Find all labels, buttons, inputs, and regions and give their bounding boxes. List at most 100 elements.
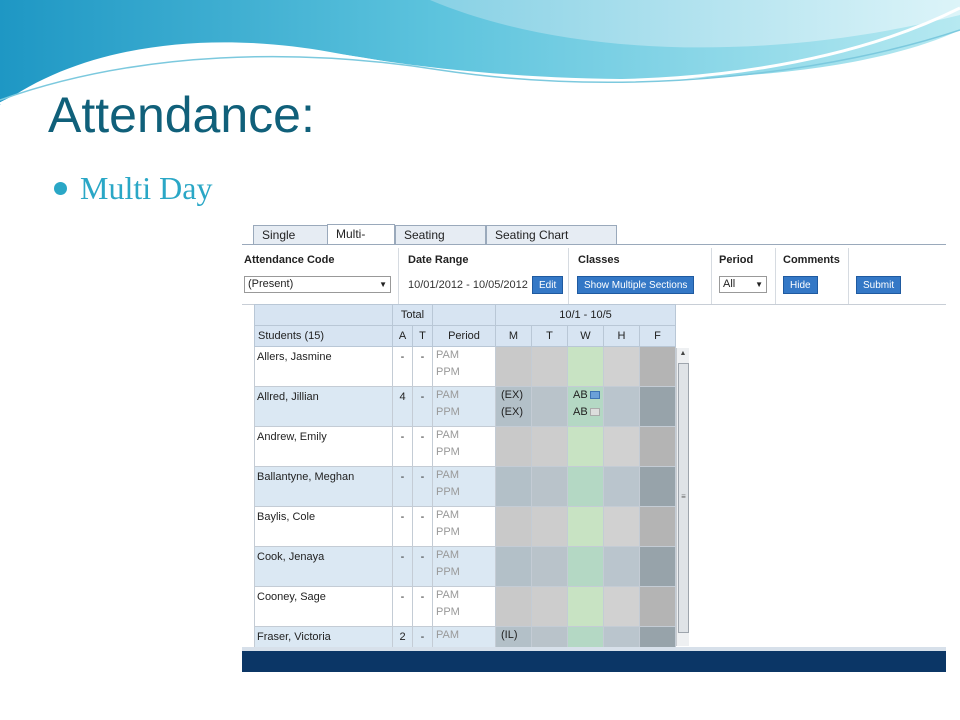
period-value: All xyxy=(723,278,736,290)
attendance-cell-t[interactable] xyxy=(531,346,568,387)
student-name[interactable]: Allred, Jillian xyxy=(254,386,393,427)
attendance-mark xyxy=(573,364,603,381)
tab-seating-chart-design[interactable]: Seating Chart Design xyxy=(486,225,617,261)
attendance-cell-w[interactable] xyxy=(567,506,604,547)
attendance-grid: Total 10/1 - 10/5 Students (15) A T Peri… xyxy=(254,304,676,672)
attendance-code: (IL) xyxy=(501,629,518,641)
attendance-mark: (IL) xyxy=(501,627,531,644)
attendance-mark xyxy=(501,427,531,444)
attendance-cell-f[interactable] xyxy=(639,586,676,627)
student-name[interactable]: Andrew, Emily xyxy=(254,426,393,467)
attendance-mark xyxy=(573,524,603,541)
attendance-cell-h[interactable] xyxy=(603,506,640,547)
period-label: PPM xyxy=(436,366,460,378)
attendance-cell-f[interactable] xyxy=(639,386,676,427)
attendance-cell-h[interactable] xyxy=(603,586,640,627)
absent-count: - xyxy=(392,546,413,587)
attendance-cell-m[interactable] xyxy=(495,546,532,587)
attendance-mark xyxy=(573,547,603,564)
attendance-cell-t[interactable] xyxy=(531,426,568,467)
attendance-code: (EX) xyxy=(501,406,523,418)
comments-label: Comments xyxy=(783,254,840,266)
attendance-mark xyxy=(573,484,603,501)
attendance-cell-f[interactable] xyxy=(639,506,676,547)
student-name[interactable]: Cook, Jenaya xyxy=(254,546,393,587)
attendance-mark xyxy=(573,627,603,644)
attendance-mark: AB xyxy=(573,404,603,421)
period-label: PPM xyxy=(436,486,460,498)
attendance-code-label: Attendance Code xyxy=(244,254,335,266)
attendance-cell-m[interactable] xyxy=(495,586,532,627)
attendance-cell-h[interactable] xyxy=(603,426,640,467)
comments-group: Comments Hide xyxy=(776,248,849,304)
attendance-cell-t[interactable] xyxy=(531,506,568,547)
comment-icon[interactable] xyxy=(589,408,600,417)
tab-multi-day[interactable]: Multi-Day xyxy=(327,224,395,260)
period-label: PAM xyxy=(436,469,460,481)
scroll-up-icon[interactable]: ▲ xyxy=(677,348,689,360)
attendance-mark: (EX) xyxy=(501,404,531,421)
period-cell: PAM PPM xyxy=(432,546,496,587)
attendance-cell-m[interactable] xyxy=(495,346,532,387)
attendance-cell-m[interactable]: (EX) (EX) xyxy=(495,386,532,427)
attendance-mark xyxy=(501,484,531,501)
scroll-thumb[interactable]: ≡ xyxy=(678,363,689,633)
attendance-mark xyxy=(501,347,531,364)
day-header-h: H xyxy=(603,325,640,347)
period-group: Period All ▼ xyxy=(712,248,776,304)
hide-button[interactable]: Hide xyxy=(783,276,818,294)
day-header-w: W xyxy=(567,325,604,347)
attendance-mark xyxy=(573,444,603,461)
attendance-mark: AB xyxy=(573,387,603,404)
attendance-mark xyxy=(573,347,603,364)
attendance-cell-h[interactable] xyxy=(603,346,640,387)
grid-scrollbar[interactable]: ▲ ≡ xyxy=(676,348,689,646)
tab-single-day[interactable]: Single Day xyxy=(253,225,328,261)
period-label: PPM xyxy=(436,606,460,618)
attendance-cell-t[interactable] xyxy=(531,466,568,507)
period-select[interactable]: All ▼ xyxy=(719,276,767,293)
period-label: PAM xyxy=(436,349,460,361)
attendance-cell-w[interactable] xyxy=(567,586,604,627)
attendance-cell-h[interactable] xyxy=(603,546,640,587)
attendance-cell-h[interactable] xyxy=(603,466,640,507)
students-header[interactable]: Students (15) xyxy=(254,325,393,347)
tardy-count: - xyxy=(412,546,433,587)
attendance-cell-m[interactable] xyxy=(495,506,532,547)
attendance-cell-w[interactable] xyxy=(567,426,604,467)
edit-button[interactable]: Edit xyxy=(532,276,564,294)
attendance-cell-t[interactable] xyxy=(531,546,568,587)
period-header: Period xyxy=(432,325,496,347)
attendance-cell-h[interactable] xyxy=(603,386,640,427)
attendance-cell-f[interactable] xyxy=(639,426,676,467)
attendance-cell-f[interactable] xyxy=(639,346,676,387)
attendance-cell-w[interactable] xyxy=(567,546,604,587)
attendance-mark xyxy=(573,604,603,621)
attendance-cell-w[interactable] xyxy=(567,466,604,507)
attendance-cell-w[interactable] xyxy=(567,346,604,387)
period-label: Period xyxy=(719,254,754,266)
submit-button[interactable]: Submit xyxy=(856,276,902,294)
period-label: PAM xyxy=(436,389,460,401)
table-row: Baylis, Cole - - PAM PPM xyxy=(254,506,676,547)
attendance-cell-m[interactable] xyxy=(495,466,532,507)
student-name[interactable]: Ballantyne, Meghan xyxy=(254,466,393,507)
attendance-cell-t[interactable] xyxy=(531,386,568,427)
attendance-cell-f[interactable] xyxy=(639,466,676,507)
total-header: Total xyxy=(392,304,433,326)
comment-icon[interactable] xyxy=(589,391,600,400)
tab-seating-chart[interactable]: Seating Chart xyxy=(395,225,486,261)
attendance-code-select[interactable]: (Present) ▼ xyxy=(244,276,391,293)
student-name[interactable]: Allers, Jasmine xyxy=(254,346,393,387)
student-name[interactable]: Cooney, Sage xyxy=(254,586,393,627)
attendance-mark xyxy=(573,587,603,604)
attendance-cell-t[interactable] xyxy=(531,586,568,627)
attendance-code: AB xyxy=(573,406,588,418)
show-multiple-sections-button[interactable]: Show Multiple Sections xyxy=(577,276,695,294)
student-name[interactable]: Baylis, Cole xyxy=(254,506,393,547)
attendance-cell-f[interactable] xyxy=(639,546,676,587)
attendance-cell-w[interactable]: AB AB xyxy=(567,386,604,427)
attendance-cell-m[interactable] xyxy=(495,426,532,467)
absent-count: - xyxy=(392,466,413,507)
header-blank-period xyxy=(432,304,496,326)
